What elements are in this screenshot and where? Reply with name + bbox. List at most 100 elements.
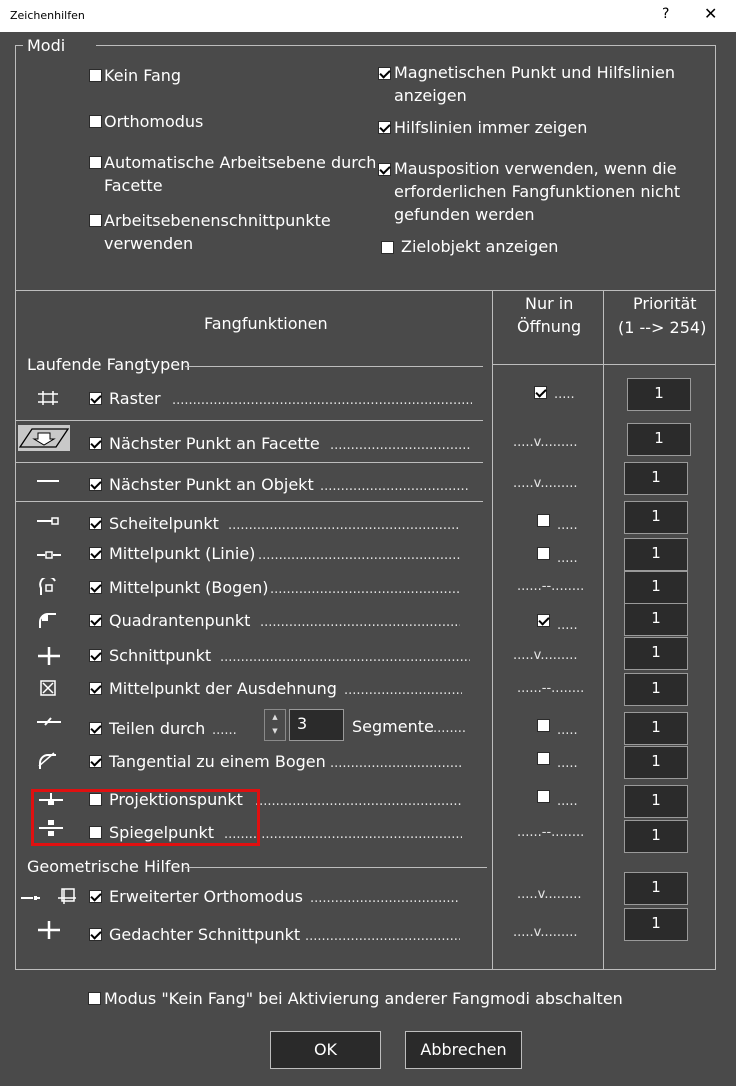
mausposition-checkbox[interactable] (378, 163, 391, 176)
table-frame-left (15, 290, 16, 970)
mittelpunkt-linie-priority-input[interactable]: 1 (624, 538, 688, 571)
erweiterter-orthomodus-leader-dots: ........................................… (310, 891, 460, 906)
mittelpunkt-bogen-leader-dots: ........................................… (270, 582, 460, 597)
modi-legend: Modi (27, 36, 66, 55)
auto-arbeitsebene-label-2: Facette (104, 176, 163, 195)
tangential-priority-input[interactable]: 1 (624, 746, 688, 779)
ausdehnung-priority-input[interactable]: 1 (624, 673, 688, 706)
grid-icon (38, 391, 58, 405)
ausdehnung-checkbox[interactable] (89, 682, 102, 695)
orthomodus-label: Orthomodus (104, 112, 204, 131)
spiegelpunkt-nur-dots: ......--........ (517, 825, 585, 840)
facet-icon (18, 425, 70, 451)
row-separator-2 (15, 462, 483, 463)
quadrantenpunkt-label: Quadrantenpunkt (109, 611, 251, 630)
scheitelpunkt-leader-dots: ........................................… (228, 518, 460, 533)
col-header-nur-1: Nur in (525, 294, 574, 313)
scheitelpunkt-nur-dots: ..... (557, 518, 578, 533)
tangential-leader-dots: ........................................… (330, 756, 462, 771)
erweiterter-orthomodus-label: Erweiterter Orthomodus (109, 887, 303, 906)
teilen-label: Teilen durch (109, 719, 206, 738)
schnittpunkte-label-2: verwenden (104, 234, 194, 253)
col-divider-1 (492, 290, 493, 970)
orthomodus-checkbox[interactable] (89, 115, 102, 128)
schnittpunkte-checkbox[interactable] (89, 214, 102, 227)
raster-checkbox[interactable] (89, 392, 102, 405)
facette-priority-input[interactable]: 1 (627, 423, 691, 456)
row-separator-3 (15, 501, 483, 502)
ausdehnung-nur-dots: ......--........ (517, 681, 585, 696)
scheitelpunkt-checkbox[interactable] (89, 517, 102, 530)
teilen-segment-input[interactable]: 3 (289, 709, 344, 741)
col-header-prio-1: Priorität (633, 294, 697, 313)
magnetisch-checkbox[interactable] (378, 67, 391, 80)
teilen-leader-dots: ...... (212, 723, 237, 738)
zielobjekt-checkbox[interactable] (381, 241, 394, 254)
schnittpunkt-priority-input[interactable]: 1 (624, 637, 688, 670)
quadrantenpunkt-leader-dots: ........................................… (260, 615, 460, 630)
schnittpunkt-checkbox[interactable] (89, 649, 102, 662)
close-button[interactable]: ✕ (704, 4, 717, 23)
raster-leader-dots: ........................................… (172, 393, 472, 408)
ok-button[interactable]: OK (270, 1031, 381, 1069)
teilen-priority-input[interactable]: 1 (624, 712, 688, 745)
kein-fang-abschalten-label: Modus "Kein Fang" bei Aktivierung andere… (104, 989, 623, 1008)
erweiterter-orthomodus-priority-input[interactable]: 1 (624, 872, 688, 905)
quadrantenpunkt-checkbox[interactable] (89, 614, 102, 627)
facette-checkbox[interactable] (89, 437, 102, 450)
help-button[interactable]: ? (662, 6, 669, 22)
mausposition-label-3: gefunden werden (394, 205, 535, 224)
auto-arbeitsebene-checkbox[interactable] (89, 156, 102, 169)
quadrantenpunkt-priority-input[interactable]: 1 (624, 603, 688, 636)
table-frame-right (715, 290, 716, 970)
raster-nur-checkbox[interactable] (534, 386, 547, 399)
gedachter-schnittpunkt-checkbox[interactable] (89, 928, 102, 941)
scheitelpunkt-nur-checkbox[interactable] (537, 514, 550, 527)
tangential-nur-checkbox[interactable] (537, 752, 550, 765)
tangent-icon (38, 752, 56, 769)
spiegelpunkt-priority-input[interactable]: 1 (624, 820, 688, 853)
projektionspunkt-leader-dots: ........................................… (255, 794, 462, 809)
schnittpunkt-leader-dots: ........................................… (220, 650, 470, 665)
teilen-spinner[interactable]: ▲ ▼ (264, 709, 286, 741)
mittelpunkt-bogen-checkbox[interactable] (89, 581, 102, 594)
mittelpunkt-linie-nur-checkbox[interactable] (537, 547, 550, 560)
kein-fang-checkbox[interactable] (89, 69, 102, 82)
teilen-seg-dots: ........ (433, 721, 467, 736)
extent-center-icon (40, 680, 56, 696)
endpoint-icon (37, 517, 59, 525)
hilfslinien-checkbox[interactable] (378, 121, 391, 134)
cancel-button[interactable]: Abbrechen (405, 1031, 522, 1069)
line-icon (37, 480, 59, 482)
table-frame-bottom (15, 969, 715, 970)
col-header-nur-2: Öffnung (517, 317, 582, 336)
gedachter-schnittpunkt-priority-input[interactable]: 1 (624, 908, 688, 941)
teilen-checkbox[interactable] (89, 722, 102, 735)
raster-priority-input[interactable]: 1 (627, 378, 691, 411)
group-geometrische-hilfen: Geometrische Hilfen (27, 857, 191, 876)
facette-nur-dots: .....v......... (513, 435, 578, 450)
mittelpunkt-linie-checkbox[interactable] (89, 547, 102, 560)
highlight-box (31, 789, 260, 846)
scheitelpunkt-priority-input[interactable]: 1 (624, 501, 688, 534)
tangential-nur-dots: ..... (557, 756, 578, 771)
mittelpunkt-bogen-priority-input[interactable]: 1 (624, 571, 688, 604)
objekt-leader-dots: ........................................… (320, 479, 470, 494)
midpoint-line-icon (37, 551, 61, 559)
projektionspunkt-nur-checkbox[interactable] (537, 790, 550, 803)
quadrantenpunkt-nur-checkbox[interactable] (537, 614, 550, 627)
projektionspunkt-priority-input[interactable]: 1 (624, 785, 688, 818)
group-laufende-fangtypen: Laufende Fangtypen (27, 355, 191, 374)
schnittpunkte-label-1: Arbeitsebenenschnittpunkte (104, 211, 331, 230)
col-header-fangfunktionen: Fangfunktionen (204, 314, 328, 333)
tangential-checkbox[interactable] (89, 755, 102, 768)
objekt-checkbox[interactable] (89, 478, 102, 491)
gedachter-schnittpunkt-leader-dots: ........................................… (305, 929, 460, 944)
kein-fang-abschalten-checkbox[interactable] (88, 992, 101, 1005)
virtual-intersection-icon (38, 921, 60, 939)
mittelpunkt-linie-leader-dots: ........................................… (258, 548, 460, 563)
group-laufend-line (185, 366, 483, 367)
teilen-nur-checkbox[interactable] (537, 719, 550, 732)
erweiterter-orthomodus-checkbox[interactable] (89, 890, 102, 903)
objekt-priority-input[interactable]: 1 (624, 462, 688, 495)
